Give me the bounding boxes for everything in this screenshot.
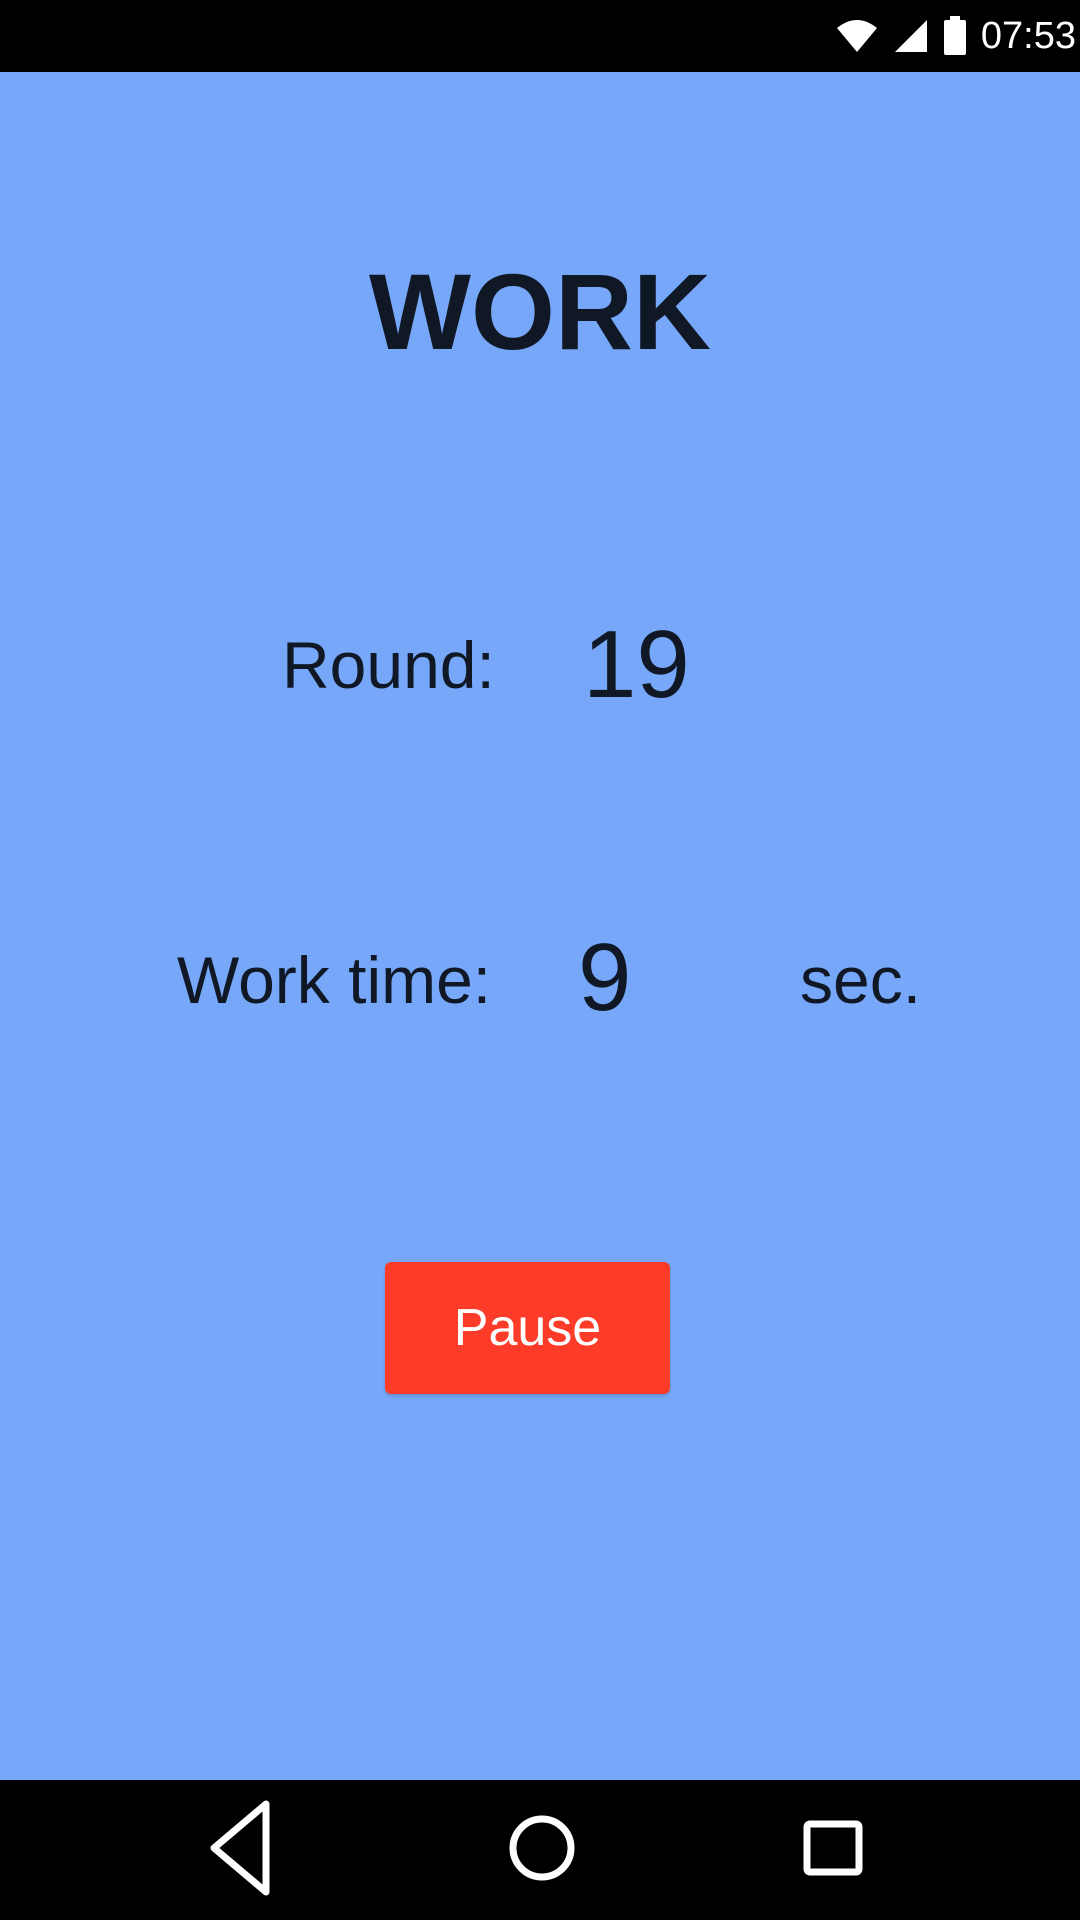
- status-icons: 07:53: [835, 0, 1080, 72]
- recents-button[interactable]: [753, 1780, 913, 1920]
- pause-button[interactable]: Pause: [385, 1262, 670, 1394]
- recents-icon: [803, 1820, 863, 1881]
- back-button[interactable]: [160, 1780, 320, 1920]
- battery-icon: [943, 16, 967, 56]
- status-time: 07:53: [980, 14, 1076, 57]
- timer-screen: WORK Round: 19 Work time: 9 sec. Pause: [0, 72, 1080, 1780]
- work-time-value: 9: [578, 924, 632, 1031]
- work-time-unit: sec.: [800, 943, 922, 1017]
- status-bar: 07:53: [0, 0, 1080, 72]
- cell-signal-icon: [893, 18, 929, 54]
- phase-title: WORK: [369, 251, 711, 372]
- back-icon: [208, 1800, 272, 1901]
- navigation-bar: [0, 1780, 1080, 1920]
- round-label: Round:: [282, 628, 495, 702]
- home-button[interactable]: [462, 1780, 622, 1920]
- round-value: 19: [583, 611, 690, 718]
- wifi-icon: [835, 18, 879, 54]
- home-icon: [508, 1814, 576, 1887]
- work-time-label: Work time:: [177, 943, 492, 1017]
